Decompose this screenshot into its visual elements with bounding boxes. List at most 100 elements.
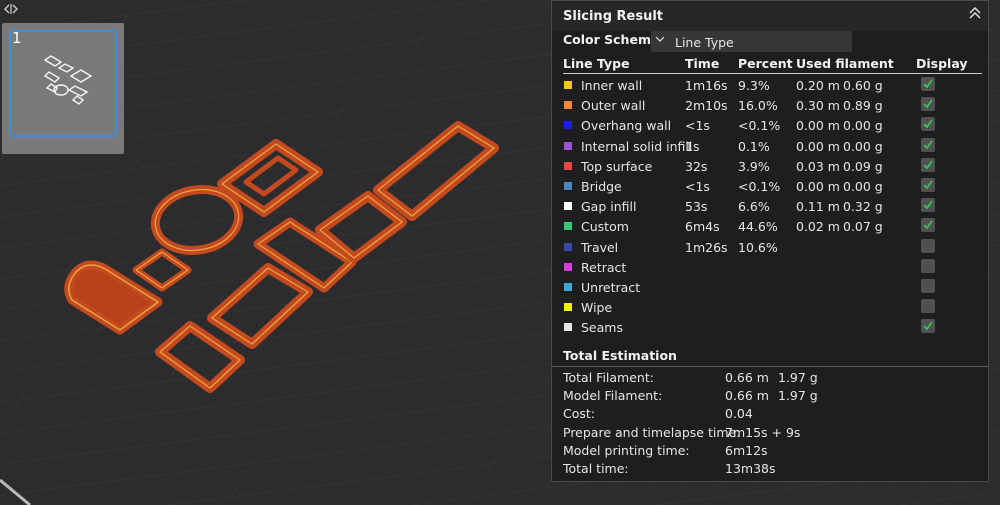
used-filament-weight: 0.00 g xyxy=(843,138,883,154)
line-type-percent: 0.1% xyxy=(738,138,770,154)
line-type-name: Custom xyxy=(581,219,629,235)
color-scheme-dropdown[interactable]: Line Type xyxy=(651,31,852,52)
estimation-value: 13m38s xyxy=(725,461,776,476)
estimation-item: Total Filament: 0.66 m 1.97 g xyxy=(552,370,990,388)
estimation-item: Total time: 13m38s xyxy=(552,461,990,479)
estimation-value-secondary: 1.97 g xyxy=(778,388,818,404)
color-swatch xyxy=(564,182,572,190)
estimation-value: 0.04 xyxy=(725,406,753,422)
color-swatch xyxy=(564,81,572,89)
line-type-table-header: Line Type Time Percent Used filament Dis… xyxy=(563,56,983,72)
line-type-row: Gap infill 53s 6.6% 0.11 m 0.32 g xyxy=(552,197,990,217)
header-divider xyxy=(563,73,982,74)
line-type-name: Internal solid infill xyxy=(581,138,693,154)
line-type-row: Retract xyxy=(552,258,990,278)
color-swatch xyxy=(564,262,572,271)
color-swatch xyxy=(564,222,572,231)
estimation-label: Total Filament: xyxy=(563,370,654,385)
estimation-value: 0.66 m xyxy=(725,370,769,385)
display-checkbox[interactable] xyxy=(921,238,935,253)
line-type-time: 32s xyxy=(685,158,708,174)
display-checkbox[interactable] xyxy=(921,117,935,132)
line-type-percent: 3.9% xyxy=(738,158,770,174)
line-type-time: 2m10s xyxy=(685,98,728,114)
collapse-sidebar-icon[interactable] xyxy=(4,3,20,17)
line-type-time: 1s xyxy=(685,138,700,154)
color-swatch xyxy=(564,242,572,251)
used-filament-weight: 0.60 g xyxy=(843,78,883,93)
line-type-row: Inner wall 1m16s 9.3% 0.20 m 0.60 g xyxy=(552,76,990,96)
estimation-label: Prepare and timelapse time: xyxy=(563,424,741,440)
plate-thumbnail[interactable]: 1 xyxy=(2,23,124,154)
checkmark-icon xyxy=(923,79,933,89)
display-checkbox[interactable] xyxy=(921,178,935,192)
color-swatch xyxy=(564,283,572,291)
display-checkbox[interactable] xyxy=(921,319,935,334)
used-filament-weight: 0.09 g xyxy=(843,158,883,174)
plate-number: 1 xyxy=(12,29,22,47)
line-type-time: 53s xyxy=(685,199,708,215)
chevron-down-icon xyxy=(655,36,665,42)
line-type-name: Seams xyxy=(581,320,623,336)
display-checkbox[interactable] xyxy=(921,279,935,293)
checkmark-icon xyxy=(923,321,933,331)
checkmark-icon xyxy=(923,200,933,210)
total-estimation-title: Total Estimation xyxy=(563,348,677,363)
used-filament-length: 0.20 m xyxy=(796,78,840,93)
estimation-value: 6m12s xyxy=(725,442,768,458)
color-swatch xyxy=(564,141,572,150)
line-type-percent: <0.1% xyxy=(738,179,781,194)
column-display: Display xyxy=(916,56,968,71)
color-swatch xyxy=(564,323,572,332)
column-line-type: Line Type xyxy=(563,56,630,71)
color-scheme-value: Line Type xyxy=(675,35,734,50)
line-type-time: 6m4s xyxy=(685,219,720,235)
line-type-name: Unretract xyxy=(581,280,641,295)
panel-header: Slicing Result xyxy=(552,1,988,31)
estimation-item: Model printing time: 6m12s xyxy=(552,443,990,461)
plate-preview-image xyxy=(43,55,93,105)
column-percent: Percent xyxy=(738,56,793,71)
line-type-percent: 44.6% xyxy=(738,219,778,235)
line-type-name: Bridge xyxy=(581,179,622,194)
used-filament-length: 0.02 m xyxy=(796,219,840,235)
display-checkbox[interactable] xyxy=(921,137,935,152)
line-type-name: Wipe xyxy=(581,300,613,316)
display-checkbox[interactable] xyxy=(921,198,935,213)
display-checkbox[interactable] xyxy=(921,218,935,233)
line-type-name: Retract xyxy=(581,259,627,275)
line-type-row: Custom 6m4s 44.6% 0.02 m 0.07 g xyxy=(552,217,990,237)
used-filament-length: 0.00 m xyxy=(796,138,840,154)
line-type-row: Top surface 32s 3.9% 0.03 m 0.09 g xyxy=(552,157,990,177)
line-type-row: Unretract xyxy=(552,278,990,298)
plate-thumbnail-frame xyxy=(9,30,117,137)
estimation-value: 7m15s + 9s xyxy=(725,424,801,440)
panel-title: Slicing Result xyxy=(563,9,664,24)
checkmark-icon xyxy=(923,160,933,170)
checkmark-icon xyxy=(923,140,933,149)
estimation-label: Model printing time: xyxy=(563,442,690,458)
line-type-row: Travel 1m26s 10.6% xyxy=(552,238,990,258)
display-checkbox[interactable] xyxy=(921,258,935,273)
used-filament-weight: 0.07 g xyxy=(843,219,883,235)
checkmark-icon xyxy=(923,220,933,230)
line-type-percent: 10.6% xyxy=(738,239,778,255)
line-type-time: <1s xyxy=(685,118,710,134)
estimation-item: Prepare and timelapse time: 7m15s + 9s xyxy=(552,425,990,443)
used-filament-length: 0.03 m xyxy=(796,158,840,174)
line-type-name: Top surface xyxy=(581,158,653,174)
line-type-time: 1m16s xyxy=(685,78,728,93)
line-type-percent: 9.3% xyxy=(738,78,770,93)
estimation-value: 0.66 m xyxy=(725,388,769,404)
color-swatch xyxy=(564,161,572,170)
collapse-up-icon[interactable] xyxy=(968,5,982,19)
display-checkbox[interactable] xyxy=(921,97,935,112)
display-checkbox[interactable] xyxy=(921,157,935,172)
checkmark-icon xyxy=(923,180,933,190)
display-checkbox[interactable] xyxy=(921,77,935,91)
line-type-row: Seams xyxy=(552,318,990,338)
display-checkbox[interactable] xyxy=(921,299,935,314)
color-scheme-label: Color Scheme xyxy=(563,32,660,47)
used-filament-length: 0.00 m xyxy=(796,179,840,194)
used-filament-weight: 0.00 g xyxy=(843,118,883,134)
